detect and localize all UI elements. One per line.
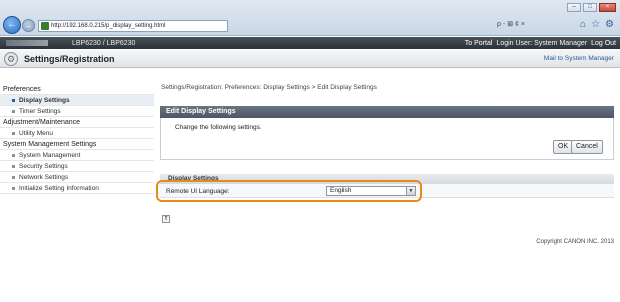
window-controls: – □ ×	[567, 3, 616, 12]
edit-panel: Change the following settings. OK Cancel	[160, 118, 614, 160]
url-text[interactable]: http://192.168.0.215/p_display_setting.h…	[51, 23, 165, 29]
instruction-text: Change the following settings.	[175, 124, 262, 131]
address-tools[interactable]: ρ - ⊠ ¢ ×	[497, 20, 525, 28]
forward-button[interactable]: →	[22, 19, 35, 32]
sidebar-item-label: Preferences	[3, 85, 41, 93]
device-links: To Portal Login User: System Manager Log…	[465, 40, 616, 47]
canon-logo	[6, 40, 48, 46]
sidebar-item-label: Utility Menu	[19, 129, 53, 137]
sidebar-item-initialize-setting[interactable]: Initialize Setting Information	[0, 183, 154, 194]
favorites-star-icon[interactable]: ☆	[591, 19, 600, 30]
sidebar-category-system-management[interactable]: System Management Settings	[0, 139, 154, 150]
settings-gear-icon: ⚙	[4, 51, 18, 66]
sidebar-item-label: Security Settings	[19, 162, 68, 170]
panel-title: Edit Display Settings	[160, 106, 614, 118]
login-user-label: Login User: System Manager	[496, 39, 588, 47]
bullet-icon	[12, 109, 15, 113]
bullet-icon	[12, 98, 15, 102]
back-button[interactable]: ←	[3, 16, 21, 34]
sidebar-item-label: Initialize Setting Information	[19, 184, 99, 192]
sidebar-item-label: Network Settings	[19, 173, 69, 181]
browser-tool-icons: ⌂ ☆ ⚙	[580, 19, 614, 30]
sidebar-item-label: Timer Settings	[19, 107, 61, 115]
sidebar-item-display-settings[interactable]: Display Settings	[0, 95, 154, 106]
site-favicon-icon	[41, 22, 49, 30]
copyright-text: Copyright CANON INC. 2013	[536, 239, 614, 245]
home-icon[interactable]: ⌂	[580, 19, 586, 30]
to-portal-link[interactable]: To Portal	[465, 40, 493, 47]
device-header-bar: LBP6230 / LBP6230 To Portal Login User: …	[0, 37, 620, 49]
sidebar-item-label: System Management Settings	[3, 140, 97, 148]
sidebar: Preferences Display Settings Timer Setti…	[0, 84, 154, 244]
sidebar-item-network-settings[interactable]: Network Settings	[0, 172, 154, 183]
sidebar-item-security-settings[interactable]: Security Settings	[0, 161, 154, 172]
cancel-button[interactable]: Cancel	[571, 140, 603, 154]
sidebar-category-adjustment[interactable]: Adjustment/Maintenance	[0, 117, 154, 128]
bullet-icon	[12, 186, 15, 190]
bullet-icon	[12, 131, 15, 135]
main-content: Settings/Registration: Preferences: Disp…	[156, 84, 620, 223]
highlight-callout	[156, 180, 422, 202]
bullet-icon	[12, 153, 15, 157]
sidebar-item-label: System Management	[19, 151, 81, 159]
tools-gear-icon[interactable]: ⚙	[605, 19, 614, 30]
maximize-button[interactable]: □	[583, 3, 597, 12]
log-out-link[interactable]: Log Out	[591, 40, 616, 47]
bullet-icon	[12, 164, 15, 168]
browser-toolbar: – □ × ← → http://192.168.0.215/p_display…	[0, 0, 620, 36]
page-title-bar: ⚙ Settings/Registration Mail to System M…	[0, 50, 620, 68]
sidebar-item-timer-settings[interactable]: Timer Settings	[0, 106, 154, 117]
breadcrumb: Settings/Registration: Preferences: Disp…	[161, 84, 377, 91]
sidebar-item-utility-menu[interactable]: Utility Menu	[0, 128, 154, 139]
address-bar[interactable]: http://192.168.0.215/p_display_setting.h…	[38, 20, 228, 32]
minimize-button[interactable]: –	[567, 3, 581, 12]
page-title: Settings/Registration	[24, 53, 115, 64]
sidebar-category-preferences[interactable]: Preferences	[0, 84, 154, 95]
sidebar-item-label: Adjustment/Maintenance	[3, 118, 81, 126]
sidebar-item-label: Display Settings	[19, 96, 70, 104]
device-model: LBP6230 / LBP6230	[72, 39, 136, 47]
back-to-top-icon[interactable]: ⇑	[162, 215, 170, 223]
sidebar-item-system-management[interactable]: System Management	[0, 150, 154, 161]
bullet-icon	[12, 175, 15, 179]
mail-to-system-manager-link[interactable]: Mail to System Manager	[544, 55, 614, 62]
close-window-button[interactable]: ×	[599, 3, 616, 12]
